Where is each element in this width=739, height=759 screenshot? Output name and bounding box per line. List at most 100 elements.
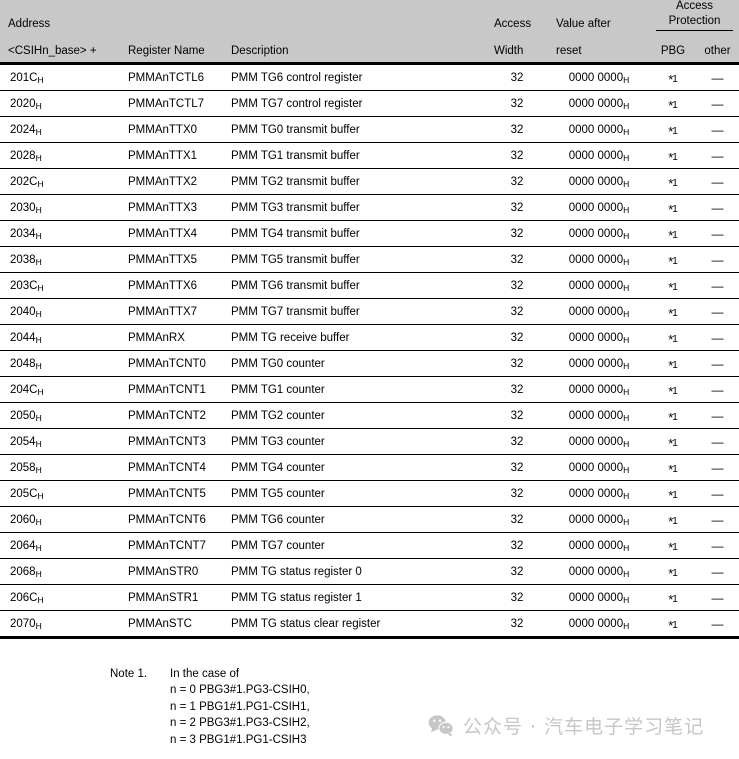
footnote-reference: *1 <box>668 514 678 529</box>
cell-other: — <box>696 480 739 507</box>
cell-other: — <box>696 506 739 533</box>
cell-value-after-reset: 0000 0000H <box>548 324 650 351</box>
cell-description: PMM TG3 transmit buffer <box>223 194 486 221</box>
footnote-reference: *1 <box>668 332 678 347</box>
em-dash: — <box>711 252 724 267</box>
watermark-text: 公众号 · 汽车电子学习笔记 <box>463 716 705 738</box>
cell-register-name: PMMAnTTX6 <box>120 272 223 299</box>
cell-value-after-reset: 0000 0000H <box>548 272 650 299</box>
cell-pbg: *1 <box>650 376 696 403</box>
em-dash: — <box>711 356 724 371</box>
cell-access-width: 32 <box>486 480 548 507</box>
em-dash: — <box>711 408 724 423</box>
cell-other: — <box>696 376 739 403</box>
table-row: 206CH PMMAnSTR1 PMM TG status register 1 32… <box>0 584 739 611</box>
header-pbg: PBG <box>650 31 696 65</box>
cell-value-after-reset: 0000 0000H <box>548 558 650 585</box>
table-row: 2044H PMMAnRX PMM TG receive buffer 32 0000 … <box>0 324 739 351</box>
em-dash: — <box>711 382 724 397</box>
cell-pbg: *1 <box>650 220 696 247</box>
cell-pbg: *1 <box>650 116 696 143</box>
cell-register-name: PMMAnTTX7 <box>120 298 223 325</box>
cell-other: — <box>696 298 739 325</box>
footnote-label: Note 1. <box>110 668 148 680</box>
table-row: 2054H PMMAnTCNT3 PMM TG3 counter 32 0000 000… <box>0 428 739 455</box>
footnote-reference: *1 <box>668 280 678 295</box>
footnote-first-line: Note 1. In the case of <box>110 666 310 682</box>
em-dash: — <box>711 590 724 605</box>
cell-register-name: PMMAnTCNT2 <box>120 402 223 429</box>
cell-access-width: 32 <box>486 584 548 611</box>
table-header: Address Access Value after Access Protec… <box>0 0 739 65</box>
em-dash: — <box>711 226 724 241</box>
cell-address: 2050H <box>0 402 120 429</box>
header-access-width-line2: Width <box>494 45 524 57</box>
footnote-reference: *1 <box>668 592 678 607</box>
cell-address: 2054H <box>0 428 120 455</box>
em-dash: — <box>711 148 724 163</box>
cell-other: — <box>696 324 739 351</box>
cell-value-after-reset: 0000 0000H <box>548 480 650 507</box>
cell-address: 2028H <box>0 142 120 169</box>
cell-address: 2034H <box>0 220 120 247</box>
cell-address: 2040H <box>0 298 120 325</box>
cell-value-after-reset: 0000 0000H <box>548 246 650 273</box>
footnote-reference: *1 <box>668 384 678 399</box>
cell-pbg: *1 <box>650 324 696 351</box>
cell-access-width: 32 <box>486 298 548 325</box>
cell-address: 2058H <box>0 454 120 481</box>
cell-register-name: PMMAnTCNT1 <box>120 376 223 403</box>
footnote-reference: *1 <box>668 358 678 373</box>
header-value-after-reset-line2: reset <box>556 45 582 57</box>
wechat-icon <box>428 714 454 738</box>
cell-value-after-reset: 0000 0000H <box>548 402 650 429</box>
cell-pbg: *1 <box>650 350 696 377</box>
cell-value-after-reset: 0000 0000H <box>548 90 650 117</box>
cell-pbg: *1 <box>650 194 696 221</box>
cell-address: 2064H <box>0 532 120 559</box>
footnote-reference: *1 <box>668 72 678 87</box>
footnote-reference: *1 <box>668 98 678 113</box>
cell-description: PMM TG5 counter <box>223 480 486 507</box>
table-row: 2064H PMMAnTCNT7 PMM TG7 counter 32 0000 000… <box>0 532 739 559</box>
cell-description: PMM TG6 counter <box>223 506 486 533</box>
em-dash: — <box>711 96 724 111</box>
cell-register-name: PMMAnTCTL6 <box>120 63 223 91</box>
cell-other: — <box>696 402 739 429</box>
cell-description: PMM TG7 control register <box>223 90 486 117</box>
em-dash: — <box>711 304 724 319</box>
cell-register-name: PMMAnTCNT0 <box>120 350 223 377</box>
cell-value-after-reset: 0000 0000H <box>548 610 650 639</box>
cell-address: 2044H <box>0 324 120 351</box>
footnote-reference: *1 <box>668 488 678 503</box>
footnote-line: n = 0 PBG3#1.PG3-CSIH0, <box>170 684 310 697</box>
cell-other: — <box>696 532 739 559</box>
cell-address: 202CH <box>0 168 120 195</box>
header-address-line2: <CSIHn_base> + <box>8 45 97 57</box>
cell-pbg: *1 <box>650 142 696 169</box>
header-access-width-top: Access <box>486 0 548 31</box>
em-dash: — <box>711 122 724 137</box>
em-dash: — <box>711 278 724 293</box>
cell-access-width: 32 <box>486 324 548 351</box>
cell-address: 2060H <box>0 506 120 533</box>
table-row: 2020H PMMAnTCTL7 PMM TG7 control register 3… <box>0 90 739 117</box>
table-header-row-top: Address Access Value after Access Protec… <box>0 0 739 31</box>
cell-description: PMM TG status register 1 <box>223 584 486 611</box>
header-other: other <box>696 31 739 65</box>
cell-address: 201CH <box>0 63 120 91</box>
header-pbg-label: PBG <box>660 45 686 57</box>
em-dash: — <box>711 200 724 215</box>
cell-access-width: 32 <box>486 246 548 273</box>
cell-access-width: 32 <box>486 350 548 377</box>
cell-description: PMM TG3 counter <box>223 428 486 455</box>
table-row: 2034H PMMAnTTX4 PMM TG4 transmit buffer 32 0… <box>0 220 739 247</box>
cell-description: PMM TG4 counter <box>223 454 486 481</box>
cell-other: — <box>696 220 739 247</box>
cell-register-name: PMMAnTTX4 <box>120 220 223 247</box>
cell-other: — <box>696 350 739 377</box>
em-dash: — <box>711 486 724 501</box>
header-access-protection-line2: Protection <box>668 15 721 27</box>
cell-access-width: 32 <box>486 532 548 559</box>
cell-pbg: *1 <box>650 480 696 507</box>
